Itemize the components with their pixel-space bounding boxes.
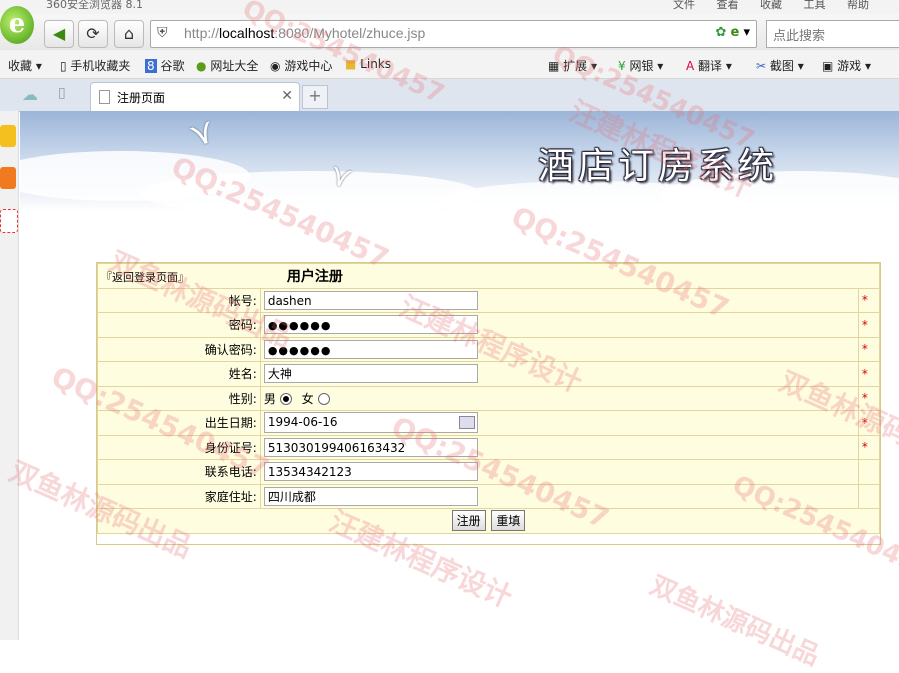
calendar-icon[interactable]: [458, 416, 475, 430]
form-buttons: 注册 重填: [97, 508, 880, 534]
address-bar-icons[interactable]: ✿ e ▾: [715, 25, 750, 40]
password-label: 密码:: [97, 312, 261, 338]
address-label: 家庭住址:: [97, 483, 261, 509]
required-mark: *: [857, 410, 881, 436]
tool-translate[interactable]: A 翻译 ▾: [686, 57, 732, 74]
document-icon: [99, 90, 110, 104]
browser-title: 360安全浏览器 8.1: [46, 0, 143, 11]
fav-game-center[interactable]: ◉ 游戏中心: [270, 57, 332, 74]
submit-button[interactable]: 注册: [451, 510, 486, 532]
required-mark: *: [857, 434, 881, 460]
back-arrow-icon[interactable]: ◀: [44, 20, 74, 48]
fav-links[interactable]: ■ Links: [345, 57, 391, 71]
folder-icon: ■: [345, 57, 357, 71]
home-icon[interactable]: ⌂: [114, 20, 144, 48]
star-icon[interactable]: [0, 125, 16, 147]
gamepad-icon: ▣: [822, 59, 834, 73]
fav-collect[interactable]: 收藏 ▾: [8, 57, 42, 74]
name-label: 姓名:: [97, 361, 261, 387]
close-icon[interactable]: ✕: [281, 88, 293, 104]
new-tab-button[interactable]: +: [302, 85, 328, 109]
app-icon[interactable]: [0, 167, 16, 189]
gender-label: 性别:: [97, 385, 261, 411]
phone-label: 联系电话:: [97, 459, 261, 485]
address-bar[interactable]: ⛨ http://localhost:8080/Myhotel/zhuce.js…: [150, 20, 757, 48]
refresh-icon[interactable]: ⟳: [78, 20, 108, 48]
male-label: 男: [263, 391, 276, 406]
yen-icon: ¥: [618, 59, 626, 73]
required-mark: *: [857, 336, 881, 362]
weibo-icon[interactable]: [0, 209, 18, 233]
account-label: 帐号:: [97, 287, 261, 313]
banner-title: 酒店订房系统: [538, 146, 779, 187]
menu-favorites[interactable]: 收藏: [760, 0, 782, 11]
tab-bar: ☁ ▯ 注册页面 ✕ +: [0, 79, 899, 112]
menu-view[interactable]: 查看: [717, 0, 739, 11]
ie-icon[interactable]: e: [731, 25, 740, 40]
page-banner: ⋎ ⋎ 酒店订房系统: [20, 111, 899, 211]
tab-register[interactable]: 注册页面 ✕: [90, 82, 300, 112]
google-icon: 8: [145, 59, 157, 73]
female-label: 女: [301, 391, 314, 406]
left-sidebar: [0, 111, 19, 640]
required-mark: *: [857, 287, 881, 313]
grid-icon: ▦: [548, 59, 560, 73]
required-mark: *: [857, 312, 881, 338]
tool-screenshot[interactable]: ✂ 截图 ▾: [756, 57, 804, 74]
menu-tools[interactable]: 工具: [804, 0, 826, 11]
tool-games[interactable]: ▣ 游戏 ▾: [822, 57, 871, 74]
browser-menu: 文件 查看 收藏 工具 帮助: [655, 0, 869, 12]
shield-icon: ⛨: [157, 25, 168, 41]
tool-extensions[interactable]: ▦ 扩展 ▾: [548, 57, 597, 74]
favorites-bar: 收藏 ▾ ▯ 手机收藏夹 8 谷歌 ● 网址大全 ◉ 游戏中心 ■ Links …: [0, 50, 899, 79]
scissors-icon: ✂: [756, 59, 767, 73]
male-radio[interactable]: [279, 393, 292, 406]
confirm-password-input[interactable]: ●●●●●●: [263, 339, 478, 359]
phone-input[interactable]: 13534342123: [263, 462, 478, 482]
confirm-password-label: 确认密码:: [97, 336, 261, 362]
browser-logo-icon: e: [0, 6, 34, 44]
menu-help[interactable]: 帮助: [847, 0, 869, 11]
compat-mode-icon[interactable]: ✿: [715, 25, 726, 40]
reset-button[interactable]: 重填: [491, 510, 526, 532]
navigation-bar: ◀ ⟳ ⌂ ⛨ http://localhost:8080/Myhotel/zh…: [0, 14, 899, 50]
hao-icon: ●: [196, 59, 207, 73]
birthdate-input[interactable]: 1994-06-16: [263, 412, 478, 434]
menu-file[interactable]: 文件: [673, 0, 695, 11]
name-input[interactable]: 大神: [263, 364, 478, 384]
translate-icon: A: [686, 59, 695, 73]
browser-title-bar: 360安全浏览器 8.1 文件 查看 收藏 工具 帮助: [0, 0, 899, 14]
required-mark: *: [857, 385, 881, 411]
form-title: 用户注册: [286, 268, 343, 285]
required-mark: *: [857, 361, 881, 387]
account-input[interactable]: dashen: [263, 290, 478, 310]
female-radio[interactable]: [317, 393, 330, 406]
chevron-down-icon[interactable]: ▾: [743, 25, 750, 40]
password-input[interactable]: ●●●●●●: [263, 315, 478, 335]
form-header: 『返回登录页面』 用户注册: [97, 263, 859, 289]
back-to-login-link[interactable]: 『返回登录页面』: [101, 271, 189, 284]
gamepad-icon: ◉: [270, 59, 281, 73]
tab-label: 注册页面: [117, 91, 166, 105]
registration-form: 『返回登录页面』 用户注册 帐号: dashen * 密码: ●●●●●● * …: [96, 262, 881, 545]
birthdate-label: 出生日期:: [97, 410, 261, 436]
tool-bank[interactable]: ¥ 网银 ▾: [618, 57, 663, 74]
fav-google[interactable]: 8 谷歌: [145, 57, 184, 74]
search-placeholder: 点此搜索: [773, 29, 826, 44]
seagull-icon: ⋎: [183, 111, 221, 157]
fav-hao[interactable]: ● 网址大全: [196, 57, 258, 74]
id-number-label: 身份证号:: [97, 434, 261, 460]
address-url[interactable]: http://localhost:8080/Myhotel/zhuce.jsp: [184, 25, 425, 41]
watermark-source: 双鱼林源码出品: [645, 570, 824, 672]
fav-mobile[interactable]: ▯ 手机收藏夹: [60, 57, 130, 74]
gender-options: 男 女: [259, 385, 859, 411]
search-box[interactable]: 点此搜索: [766, 20, 899, 48]
page-icon[interactable]: ▯: [58, 85, 66, 101]
cloud-icon[interactable]: ☁: [22, 85, 38, 104]
address-input[interactable]: 四川成都: [263, 486, 478, 506]
id-number-input[interactable]: 513030199406163432: [263, 437, 478, 457]
